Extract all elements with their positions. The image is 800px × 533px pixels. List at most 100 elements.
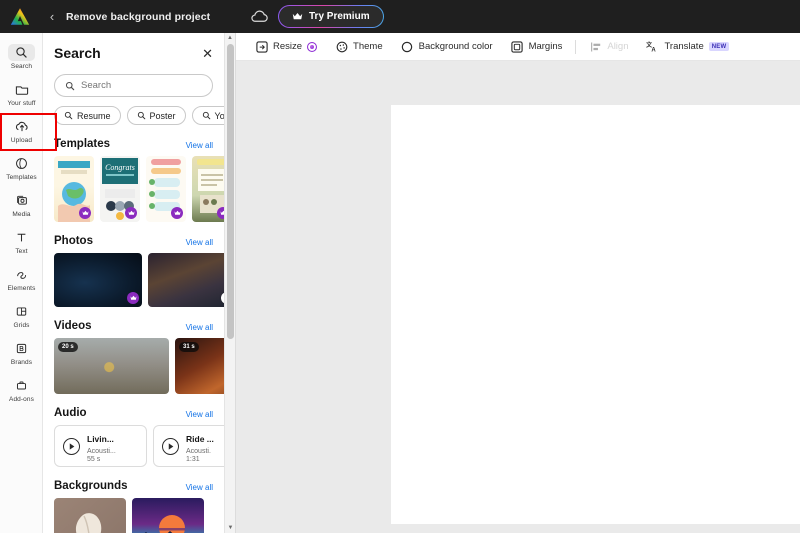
photo-thumbnail[interactable] (148, 253, 235, 307)
audio-card[interactable]: Livin... Acousti... 55 s (54, 425, 147, 467)
background-thumbnail[interactable] (132, 498, 204, 533)
sidebar-item-grids[interactable]: Grids (0, 297, 43, 334)
section-title: Templates (54, 138, 111, 150)
toolbar-label: Background color (418, 41, 493, 52)
templates-icon (15, 155, 28, 172)
scrollbar-thumb[interactable] (227, 44, 234, 339)
sidebar-label-your-stuff: Your stuff (7, 99, 36, 107)
cloud-sync-icon[interactable] (250, 7, 269, 26)
sidebar-label-templates: Templates (6, 173, 37, 181)
toolbar-resize-button[interactable]: Resize (246, 37, 326, 57)
search-suggestion-chips: Resume Poster YouTu (54, 106, 235, 125)
section-title: Backgrounds (54, 480, 128, 492)
new-badge: NEW (708, 42, 730, 51)
view-all-audio[interactable]: View all (186, 410, 213, 419)
chip-label: Resume (77, 110, 111, 121)
search-panel-content: Search ✕ Resume Poster YouTu (43, 33, 235, 533)
crown-icon (174, 210, 180, 215)
view-all-videos[interactable]: View all (186, 323, 213, 332)
toolbar-label: Translate (664, 41, 704, 52)
section-title: Videos (54, 320, 92, 332)
try-premium-button[interactable]: Try Premium (278, 5, 384, 28)
sidebar-item-search[interactable]: Search (0, 38, 43, 75)
margins-icon (511, 40, 524, 53)
sidebar-item-upload[interactable]: Upload (0, 112, 43, 149)
view-all-photos[interactable]: View all (186, 238, 213, 247)
toolbar-background-color-button[interactable]: Background color (392, 37, 502, 57)
sidebar-item-elements[interactable]: Elements (0, 260, 43, 297)
section-header-templates: Templates View all (54, 138, 213, 150)
view-all-templates[interactable]: View all (186, 141, 213, 150)
scroll-down-arrow[interactable]: ▼ (225, 523, 235, 533)
panel-scrollbar[interactable]: ▲ ▼ (224, 33, 235, 533)
search-input[interactable] (81, 80, 201, 91)
sidebar-item-templates[interactable]: Templates (0, 149, 43, 186)
search-icon (137, 111, 145, 120)
topbar-right-group: Try Premium (250, 0, 384, 33)
audio-duration: 1:31 (186, 456, 200, 463)
resize-icon (255, 40, 268, 53)
sidebar-item-brands[interactable]: Brands (0, 334, 43, 371)
panel-title: Search (54, 45, 101, 61)
section-title: Photos (54, 235, 93, 247)
toolbar-theme-button[interactable]: Theme (326, 37, 392, 57)
play-icon[interactable] (63, 437, 80, 455)
upload-icon (15, 118, 29, 135)
audio-subtitle: Acousti... (87, 448, 116, 455)
sidebar-item-your-stuff[interactable]: Your stuff (0, 75, 43, 112)
toolbar-align-button[interactable]: Align (580, 37, 637, 57)
toolbar-divider (575, 39, 577, 54)
videos-row: 20 s 31 s (54, 338, 235, 394)
play-triangle-icon (69, 442, 74, 450)
theme-icon (335, 40, 348, 53)
project-title: Remove background project (66, 10, 211, 23)
sidebar-label-grids: Grids (13, 321, 30, 329)
grids-icon (15, 303, 28, 320)
brands-icon (15, 340, 28, 357)
chip-resume[interactable]: Resume (54, 106, 121, 125)
audio-title: Livin... (87, 434, 114, 444)
premium-crown-badge (125, 207, 137, 219)
toolbar-translate-button[interactable]: 文A Translate NEW (637, 37, 738, 57)
adobe-express-logo[interactable] (9, 6, 31, 27)
crown-icon (292, 12, 303, 20)
template-thumbnail[interactable] (54, 156, 94, 222)
back-button[interactable]: ‹ (45, 10, 59, 23)
audio-duration: 55 s (87, 456, 101, 463)
close-icon[interactable]: ✕ (202, 47, 213, 60)
sidebar-item-text[interactable]: Text (0, 223, 43, 260)
photos-row (54, 253, 235, 307)
chip-label: Poster (149, 110, 176, 121)
section-title: Audio (54, 407, 87, 419)
app-root: ‹ Remove background project Try Premium … (0, 0, 800, 533)
audio-text: Livin... Acousti... 55 s (87, 429, 116, 463)
toolbar-label: Align (607, 41, 629, 52)
text-icon (15, 229, 28, 246)
sidebar-label-brands: Brands (10, 358, 33, 366)
photo-thumbnail[interactable] (54, 253, 142, 307)
folder-icon (15, 81, 29, 98)
background-thumbnail[interactable] (54, 498, 126, 533)
canvas-stage: Resize Theme Background color Margins Al… (236, 33, 800, 533)
video-thumbnail[interactable]: 20 s (54, 338, 169, 394)
search-input-wrapper[interactable] (54, 74, 213, 97)
view-all-backgrounds[interactable]: View all (186, 483, 213, 492)
chip-poster[interactable]: Poster (126, 106, 186, 125)
play-triangle-icon (168, 442, 173, 450)
template-thumbnail[interactable]: Congrats (100, 156, 140, 222)
canvas-sheet[interactable] (391, 105, 800, 524)
template-thumbnail[interactable] (146, 156, 186, 222)
audio-subtitle: Acousti. (186, 448, 211, 455)
sidebar-label-text: Text (15, 247, 28, 255)
scroll-up-arrow[interactable]: ▲ (225, 33, 235, 43)
sidebar-item-media[interactable]: Media (0, 186, 43, 223)
search-icon (64, 111, 73, 120)
sidebar-item-add-ons[interactable]: Add-ons (0, 371, 43, 408)
play-icon[interactable] (162, 437, 179, 455)
media-icon (15, 192, 28, 209)
crown-icon (82, 210, 88, 215)
sidebar-label-media: Media (12, 210, 31, 218)
search-panel-header: Search ✕ (54, 33, 213, 63)
toolbar-margins-button[interactable]: Margins (502, 37, 572, 57)
audio-text: Ride ... Acousti. 1:31 (186, 429, 214, 463)
